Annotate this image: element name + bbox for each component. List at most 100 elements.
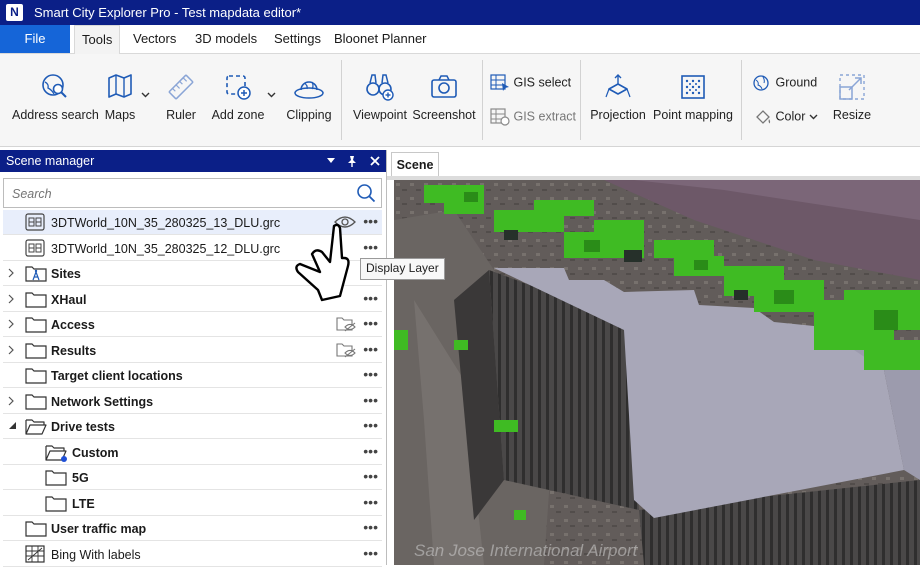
tower-folder-icon [25, 266, 47, 282]
clipping-globe-icon [294, 81, 324, 99]
screenshot-label: Screenshot [412, 108, 476, 122]
projection-label: Projection [590, 108, 646, 122]
maps-dropdown-chevron-icon[interactable] [141, 92, 150, 98]
layer-row[interactable]: Results ••• [3, 338, 382, 363]
layer-row[interactable]: Custom ••• [3, 440, 382, 465]
point-mapping-button[interactable]: Point mapping [651, 72, 735, 122]
add-zone-dropdown-chevron-icon[interactable] [267, 92, 276, 98]
hidden-layer-icon[interactable] [336, 316, 356, 332]
collapse-triangle-icon[interactable] [8, 422, 17, 430]
layer-row[interactable]: Access ••• [3, 312, 382, 337]
ribbon-separator [482, 60, 483, 140]
expand-chevron-icon[interactable] [8, 268, 14, 278]
layer-row-label: XHaul [51, 292, 87, 307]
panel-menu-caret-icon[interactable] [327, 158, 335, 164]
screenshot-button[interactable]: Screenshot [412, 72, 476, 122]
paint-bucket-icon [756, 110, 771, 124]
title-bar: N Smart City Explorer Pro - Test mapdata… [0, 0, 920, 25]
hidden-layer-icon[interactable] [336, 342, 356, 358]
gis-select-button[interactable]: GIS select [490, 74, 571, 92]
folder-icon [25, 317, 47, 333]
more-options-icon[interactable]: ••• [363, 315, 378, 331]
expand-chevron-icon[interactable] [8, 294, 14, 304]
more-options-icon[interactable]: ••• [363, 341, 378, 357]
layer-row[interactable]: LTE ••• [3, 491, 382, 516]
more-options-icon[interactable]: ••• [363, 519, 378, 535]
tab-bloonet-planner[interactable]: Bloonet Planner [327, 25, 434, 53]
camera-icon [431, 75, 457, 98]
ruler-button[interactable]: Ruler [160, 72, 202, 122]
layer-row-label: LTE [72, 496, 95, 511]
grid-layer-icon [25, 238, 45, 257]
tab-vectors[interactable]: Vectors [126, 25, 183, 53]
layer-row[interactable]: User traffic map ••• [3, 516, 382, 541]
more-options-icon[interactable]: ••• [363, 494, 378, 510]
viewpoint-label: Viewpoint [353, 108, 407, 122]
expand-chevron-icon[interactable] [8, 396, 14, 406]
expand-chevron-icon[interactable] [8, 345, 14, 355]
projection-icon [605, 74, 631, 98]
ruler-icon [168, 74, 194, 100]
gis-extract-button[interactable]: GIS extract [490, 108, 576, 126]
menu-bar: File Tools Vectors 3D models Settings Bl… [0, 25, 920, 54]
layer-row[interactable]: Drive tests ••• [3, 414, 382, 439]
more-options-icon[interactable]: ••• [363, 392, 378, 408]
resize-label: Resize [832, 108, 872, 122]
layer-row-label: Sites [51, 267, 81, 281]
layer-row[interactable]: 5G ••• [3, 465, 382, 490]
globe-icon [753, 75, 769, 91]
map-icon [108, 74, 132, 98]
grid-layer-icon [25, 213, 45, 231]
folder-icon [25, 342, 47, 359]
point-mapping-icon [681, 75, 705, 99]
folder-icon [45, 470, 67, 486]
color-button[interactable]: Color [754, 108, 818, 126]
address-search-label: Address search [12, 108, 99, 122]
layer-row[interactable]: Network Settings ••• [3, 389, 382, 414]
more-options-icon[interactable]: ••• [363, 468, 378, 484]
file-menu-button[interactable]: File [0, 25, 70, 53]
layer-row-label: Access [51, 318, 95, 332]
layer-search-input[interactable] [10, 184, 344, 204]
more-options-icon[interactable]: ••• [363, 213, 378, 229]
expand-chevron-icon[interactable] [8, 319, 14, 329]
more-options-icon[interactable]: ••• [363, 443, 378, 459]
tab-3d-models[interactable]: 3D models [188, 25, 264, 53]
color-label: Color [775, 109, 806, 124]
more-options-icon[interactable]: ••• [363, 545, 378, 561]
projection-button[interactable]: Projection [587, 72, 649, 122]
layer-row-label: Bing With labels [51, 547, 141, 562]
more-options-icon[interactable]: ••• [363, 417, 378, 433]
ribbon-toolbar: Address search Maps Ruler Add zone Clipp… [0, 54, 920, 147]
tab-settings[interactable]: Settings [267, 25, 328, 53]
tab-scene[interactable]: Scene [391, 152, 439, 177]
pin-icon[interactable] [346, 155, 358, 168]
ground-button[interactable]: Ground [752, 74, 817, 92]
viewpoint-button[interactable]: Viewpoint [350, 72, 410, 122]
ribbon-separator [580, 60, 581, 140]
layer-row-label: Custom [72, 445, 119, 460]
clipping-button[interactable]: Clipping [282, 72, 336, 122]
layer-row[interactable]: Target client locations ••• [3, 363, 382, 388]
layer-row[interactable]: Bing With labels ••• [3, 542, 382, 567]
maps-label: Maps [104, 108, 136, 122]
layer-row-label: 3DTWorld_10N_35_280325_13_DLU.grc [51, 216, 281, 230]
tab-tools[interactable]: Tools [74, 25, 121, 54]
more-options-icon[interactable]: ••• [363, 239, 378, 255]
address-search-button[interactable]: Address search [12, 72, 99, 122]
scene-viewport[interactable]: San Jose International Airport [394, 180, 920, 565]
close-icon[interactable] [370, 156, 380, 166]
maps-button[interactable]: Maps [101, 72, 139, 122]
color-dropdown-chevron-icon [809, 114, 818, 120]
display-layer-tooltip: Display Layer [360, 258, 445, 280]
layer-row-label: User traffic map [51, 522, 147, 536]
layer-row-label: 5G [72, 471, 89, 485]
resize-button[interactable]: Resize [832, 72, 872, 122]
gis-extract-icon [490, 108, 510, 126]
hand-cursor-icon [295, 223, 350, 302]
add-zone-button[interactable]: Add zone [208, 72, 268, 122]
search-icon[interactable] [356, 183, 376, 203]
more-options-icon[interactable]: ••• [363, 366, 378, 382]
more-options-icon[interactable]: ••• [363, 290, 378, 306]
resize-icon [839, 74, 865, 100]
